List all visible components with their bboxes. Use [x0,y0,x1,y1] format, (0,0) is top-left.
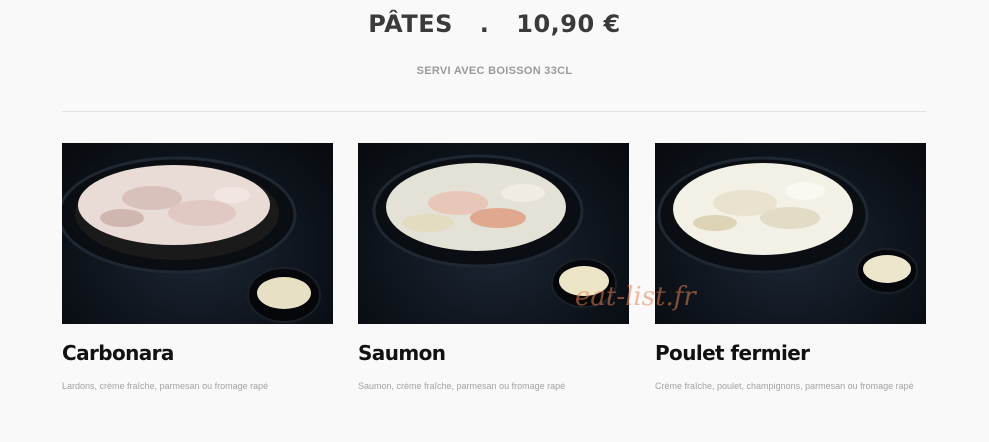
item-name: Poulet fermier [655,341,810,365]
item-name: Saumon [358,341,446,365]
item-description: Crème fraîche, poulet, champignons, parm… [655,381,914,391]
category-label: PÂTES [368,10,453,38]
menu-section-title: PÂTES . 10,90 € [0,10,989,38]
section-subtitle: SERVI AVEC BOISSON 33CL [416,65,573,77]
menu-item-card-carbonara[interactable]: Carbonara Lardons, crème fraîche, parmes… [62,143,333,391]
carbonara-photo [62,143,333,324]
watermark-text: eat-list.fr [575,282,696,312]
item-description: Saumon, crème fraîche, parmesan ou froma… [358,381,566,391]
section-divider [62,111,926,112]
item-name: Carbonara [62,341,174,365]
price-label: 10,90 € [516,10,621,38]
title-separator: . [479,10,490,38]
item-description: Lardons, crème fraîche, parmesan ou from… [62,381,269,391]
